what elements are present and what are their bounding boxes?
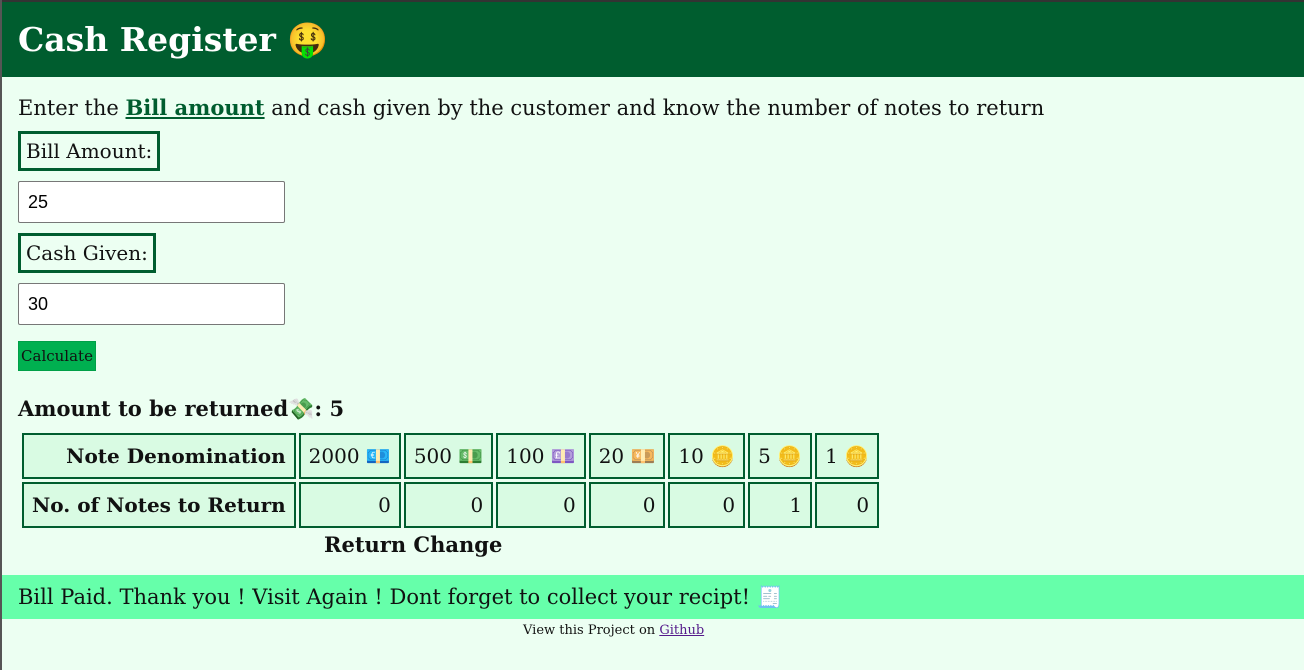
intro-suffix: and cash given by the customer and know …: [264, 96, 1045, 120]
denomination-cell: 2000 💶: [298, 433, 401, 479]
denomination-header: Note Denomination: [22, 433, 296, 479]
cash-given-label: Cash Given:: [18, 233, 156, 273]
calculate-button[interactable]: Calculate: [18, 341, 96, 371]
app-header: Cash Register 🤑: [2, 0, 1304, 77]
bill-amount-link[interactable]: Bill amount: [126, 95, 265, 120]
notes-count-cell: 0: [815, 482, 880, 528]
notes-count-cell: 0: [403, 482, 494, 528]
footer-text: View this Project on: [523, 623, 660, 638]
notes-count-cell: 0: [668, 482, 746, 528]
bill-amount-input[interactable]: [18, 181, 285, 223]
notes-count-cell: 0: [496, 482, 586, 528]
amount-returned-value: 5: [329, 396, 345, 421]
notes-count-row: No. of Notes to Return 0 0 0 0 0 1 0: [22, 482, 880, 528]
intro-prefix: Enter the: [18, 96, 126, 120]
denomination-cell: 1 🪙: [815, 433, 880, 479]
denomination-cell: 100 💷: [496, 433, 586, 479]
denomination-cell: 10 🪙: [668, 433, 746, 479]
denomination-cell: 20 💴: [588, 433, 666, 479]
notes-count-cell: 1: [748, 482, 813, 528]
app-title: Cash Register 🤑: [18, 20, 329, 59]
change-table: Note Denomination 2000 💶 500 💵 100 💷 20 …: [19, 430, 882, 531]
github-link[interactable]: Github: [659, 623, 704, 638]
denomination-cell: 5 🪙: [748, 433, 813, 479]
denomination-row: Note Denomination 2000 💶 500 💵 100 💷 20 …: [22, 433, 880, 479]
notes-count-cell: 0: [298, 482, 401, 528]
table-caption: Return Change: [324, 532, 503, 557]
footer: View this Project on Github: [523, 622, 704, 640]
amount-returned: Amount to be returned💸: 5: [18, 395, 344, 423]
intro-text: Enter the Bill amount and cash given by …: [18, 94, 1044, 122]
status-message: Bill Paid. Thank you ! Visit Again ! Don…: [2, 575, 1304, 619]
notes-count-cell: 0: [588, 482, 666, 528]
cash-given-input[interactable]: [18, 283, 285, 325]
denomination-cell: 500 💵: [403, 433, 494, 479]
notes-count-header: No. of Notes to Return: [22, 482, 296, 528]
amount-returned-label: Amount to be returned💸:: [18, 396, 323, 421]
bill-amount-label: Bill Amount:: [18, 131, 161, 171]
